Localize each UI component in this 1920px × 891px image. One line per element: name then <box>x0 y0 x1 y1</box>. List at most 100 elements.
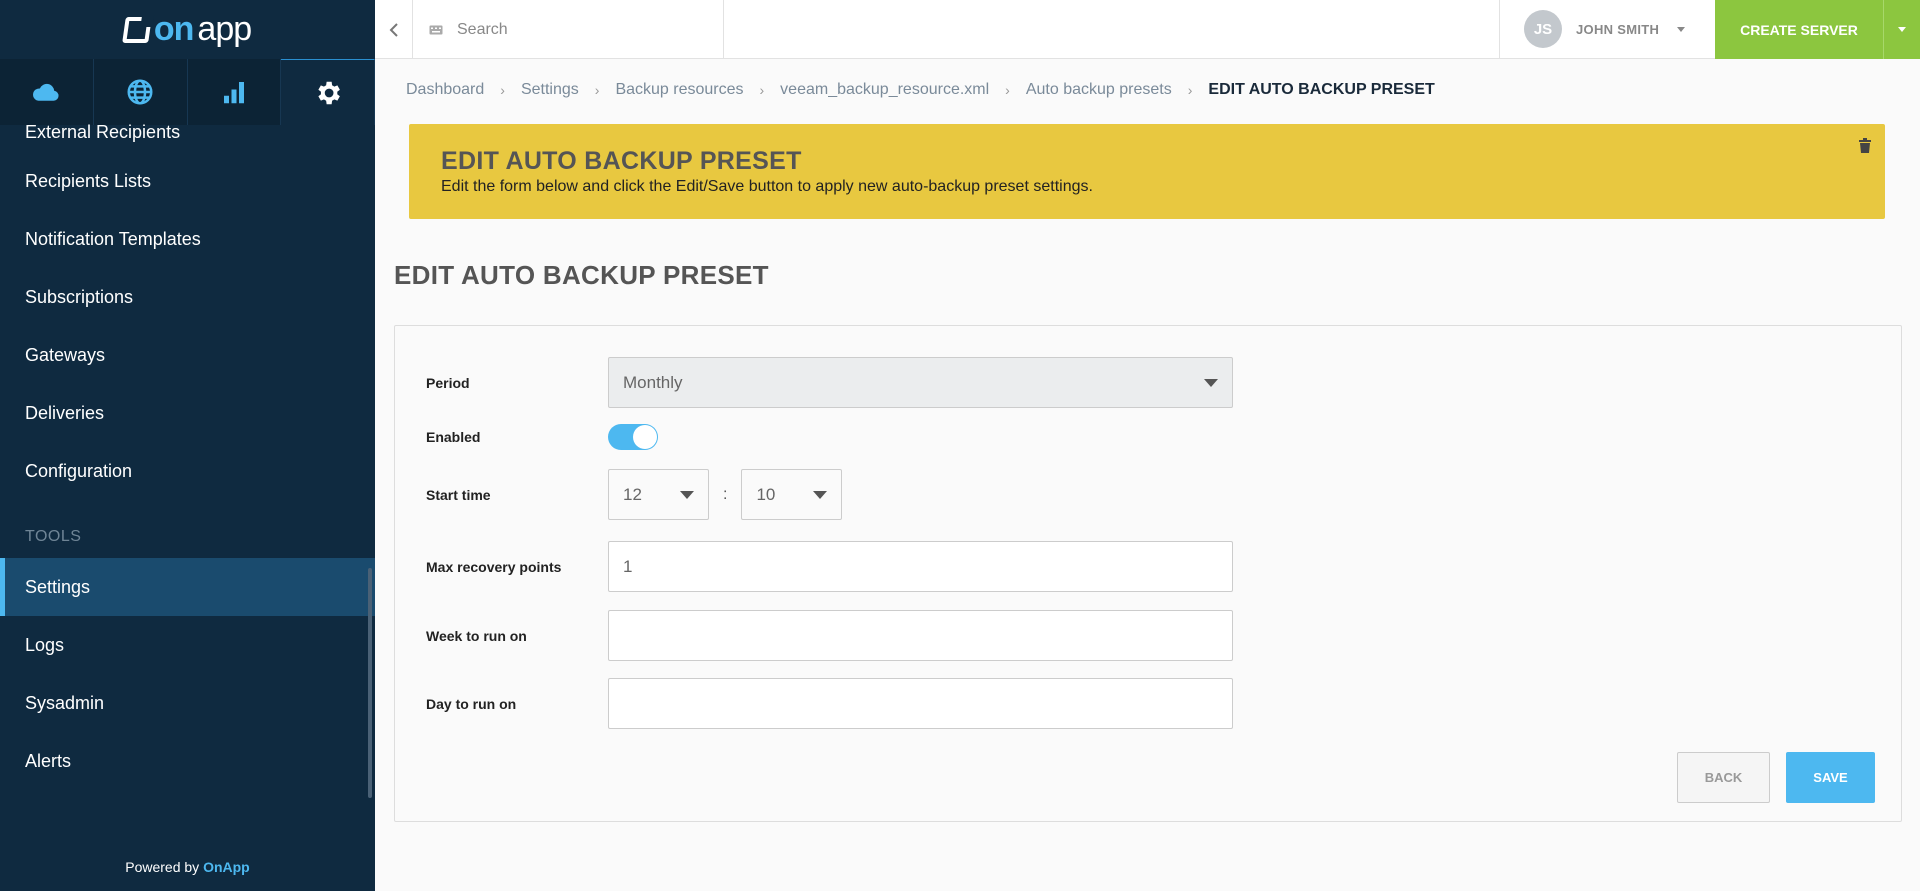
sidebar-item-label: Gateways <box>25 344 106 365</box>
breadcrumb: Dashboard › Settings › Backup resources … <box>406 81 1435 99</box>
sidebar-item-label: Configuration <box>25 460 133 481</box>
breadcrumb-backup-resource-file[interactable]: veeam_backup_resource.xml <box>780 81 989 99</box>
powered-by: Powered by OnApp <box>0 859 375 875</box>
sidebar: on app External Recipients Recipients Lis… <box>0 0 375 891</box>
breadcrumb-settings[interactable]: Settings <box>521 81 579 99</box>
sidebar-item-label: Settings <box>25 576 91 597</box>
period-select[interactable]: Monthly <box>608 357 1233 408</box>
period-value: Monthly <box>623 372 683 392</box>
banner-text: Edit the form below and click the Edit/S… <box>441 178 1093 195</box>
info-banner: EDIT AUTO BACKUP PRESET Edit the form be… <box>409 124 1885 219</box>
chevron-right-icon: › <box>500 82 505 98</box>
start-time-label: Start time <box>426 486 491 503</box>
edit-preset-form: Period Monthly Enabled Start time 12 : 1… <box>394 325 1902 822</box>
keyboard-icon <box>429 25 443 34</box>
start-hour-value: 12 <box>623 484 642 504</box>
search-bar <box>413 0 724 59</box>
day-input[interactable] <box>608 678 1233 729</box>
enabled-row: Enabled <box>426 424 658 450</box>
sidebar-item-sysadmin[interactable]: Sysadmin <box>0 674 375 732</box>
day-label: Day to run on <box>426 695 517 712</box>
sidebar-item-label: Notification Templates <box>25 228 201 249</box>
sidebar-item-label: Sysadmin <box>25 692 105 713</box>
chevron-down-icon <box>680 490 694 499</box>
breadcrumb-backup-resources[interactable]: Backup resources <box>615 81 743 99</box>
top-bar: JS JOHN SMITH CREATE SERVER <box>375 0 1920 59</box>
collapse-sidebar-button[interactable] <box>375 0 413 59</box>
breadcrumb-auto-backup-presets[interactable]: Auto backup presets <box>1026 81 1172 99</box>
sidebar-item-configuration[interactable]: Configuration <box>0 442 375 500</box>
sidebar-item-gateways[interactable]: Gateways <box>0 326 375 384</box>
logo-text-app: app <box>197 10 252 48</box>
enabled-toggle[interactable] <box>608 424 658 450</box>
start-minute-value: 10 <box>756 484 776 504</box>
sidebar-scrollbar[interactable] <box>368 568 372 798</box>
gear-icon <box>318 81 340 104</box>
user-menu[interactable]: JS JOHN SMITH <box>1499 0 1715 58</box>
logo-text-on: on <box>153 10 195 48</box>
save-button[interactable]: SAVE <box>1786 752 1875 803</box>
chevron-right-icon: › <box>1187 82 1193 98</box>
start-hour-select[interactable]: 12 <box>608 469 709 520</box>
avatar: JS <box>1524 10 1562 48</box>
sidebar-item-recipients-lists[interactable]: Recipients Lists <box>0 152 375 210</box>
start-time-row: Start time 12 : 10 <box>426 469 843 520</box>
back-button[interactable]: BACK <box>1677 752 1770 803</box>
sidebar-item-notification-templates[interactable]: Notification Templates <box>0 210 375 268</box>
day-row: Day to run on <box>426 678 1233 729</box>
create-server-dropdown-button[interactable] <box>1883 0 1920 59</box>
bar-chart-icon <box>223 82 244 104</box>
chevron-down-icon <box>1204 378 1218 387</box>
week-input[interactable] <box>608 610 1233 661</box>
period-label: Period <box>426 374 470 391</box>
powered-by-text: Powered by <box>125 859 200 875</box>
max-recovery-label: Max recovery points <box>426 558 562 575</box>
delete-button[interactable] <box>1859 138 1871 158</box>
chevron-right-icon: › <box>1005 82 1010 98</box>
trash-icon <box>1859 138 1871 153</box>
period-row: Period Monthly <box>426 357 1233 408</box>
sidebar-item-label: Subscriptions <box>25 286 134 307</box>
chevron-left-icon <box>389 22 398 37</box>
max-recovery-input[interactable] <box>608 541 1233 592</box>
page-title: EDIT AUTO BACKUP PRESET <box>394 260 769 290</box>
user-name: JOHN SMITH <box>1576 21 1660 37</box>
start-minute-select[interactable]: 10 <box>741 469 843 520</box>
logo-mark-icon <box>122 16 152 43</box>
chevron-right-icon: › <box>594 82 600 98</box>
search-input[interactable] <box>457 20 697 39</box>
globe-icon <box>127 79 153 105</box>
max-recovery-row: Max recovery points <box>426 541 1233 592</box>
sidebar-menu: External Recipients Recipients Lists Not… <box>0 118 375 790</box>
week-label: Week to run on <box>426 627 527 644</box>
sidebar-item-label: External Recipients <box>25 122 181 142</box>
top-bar-spacer <box>724 0 1499 58</box>
time-separator: : <box>723 485 728 503</box>
sidebar-item-subscriptions[interactable]: Subscriptions <box>0 268 375 326</box>
sidebar-item-deliveries[interactable]: Deliveries <box>0 384 375 442</box>
sidebar-section-tools: TOOLS <box>25 528 82 545</box>
sidebar-item-label: Recipients Lists <box>25 170 152 191</box>
main-content: Dashboard › Settings › Backup resources … <box>375 59 1920 891</box>
create-server-button[interactable]: CREATE SERVER <box>1715 0 1883 59</box>
toggle-knob <box>633 425 657 449</box>
onapp-logo[interactable]: on app <box>122 10 252 49</box>
sidebar-item-label: Logs <box>25 634 65 655</box>
cloud-icon <box>33 83 59 101</box>
sidebar-item-label: Deliveries <box>25 402 105 423</box>
enabled-label: Enabled <box>426 429 481 445</box>
sidebar-item-logs[interactable]: Logs <box>0 616 375 674</box>
chevron-down-icon <box>813 490 828 499</box>
sidebar-item-alerts[interactable]: Alerts <box>0 732 375 790</box>
powered-by-link[interactable]: OnApp <box>203 859 250 875</box>
sidebar-item-external-recipients[interactable]: External Recipients <box>0 110 375 152</box>
breadcrumb-current: EDIT AUTO BACKUP PRESET <box>1208 81 1435 98</box>
breadcrumb-dashboard[interactable]: Dashboard <box>406 81 484 99</box>
chevron-right-icon: › <box>759 82 765 98</box>
logo-bar: on app <box>0 0 375 59</box>
week-row: Week to run on <box>426 610 1233 661</box>
sidebar-item-settings[interactable]: Settings <box>0 558 375 616</box>
sidebar-item-label: Alerts <box>25 750 72 771</box>
banner-title: EDIT AUTO BACKUP PRESET <box>441 147 802 175</box>
chevron-down-icon <box>1677 26 1686 32</box>
